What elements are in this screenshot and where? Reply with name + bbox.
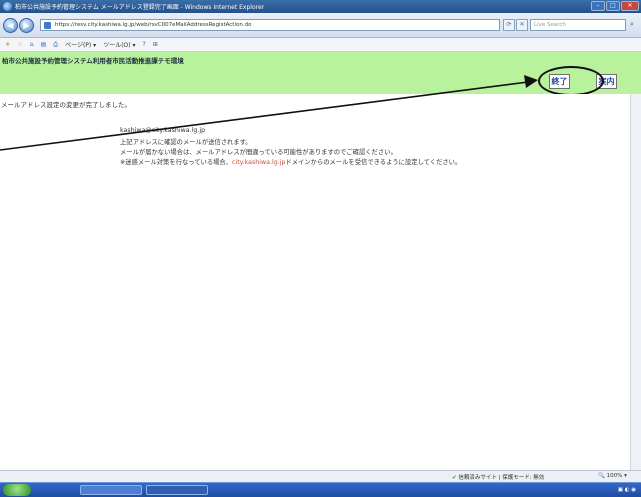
start-button[interactable] (3, 484, 31, 496)
taskbar-item[interactable] (146, 485, 208, 495)
security-zone-text: 信頼済みサイト | 保護モード: 無効 (458, 475, 545, 481)
status-bar: ✔ 信頼済みサイト | 保護モード: 無効 🔍 100% ▾ (0, 470, 641, 482)
zoom-text: 100% (606, 473, 623, 479)
taskbar-item[interactable] (80, 485, 142, 495)
zoom-icon: 🔍 (598, 473, 605, 479)
annotation-arrow (0, 75, 538, 151)
security-zone[interactable]: ✔ 信頼済みサイト | 保護モード: 無効 (452, 473, 544, 481)
trusted-site-icon: ✔ (452, 475, 457, 481)
arrow-line (0, 81, 529, 151)
tray-icons[interactable]: ▣ ◐ ◉ (618, 487, 636, 493)
system-tray: ▣ ◐ ◉ (520, 484, 640, 496)
zoom-level[interactable]: 🔍 100% ▾ (598, 473, 627, 479)
arrow-head (524, 75, 538, 88)
